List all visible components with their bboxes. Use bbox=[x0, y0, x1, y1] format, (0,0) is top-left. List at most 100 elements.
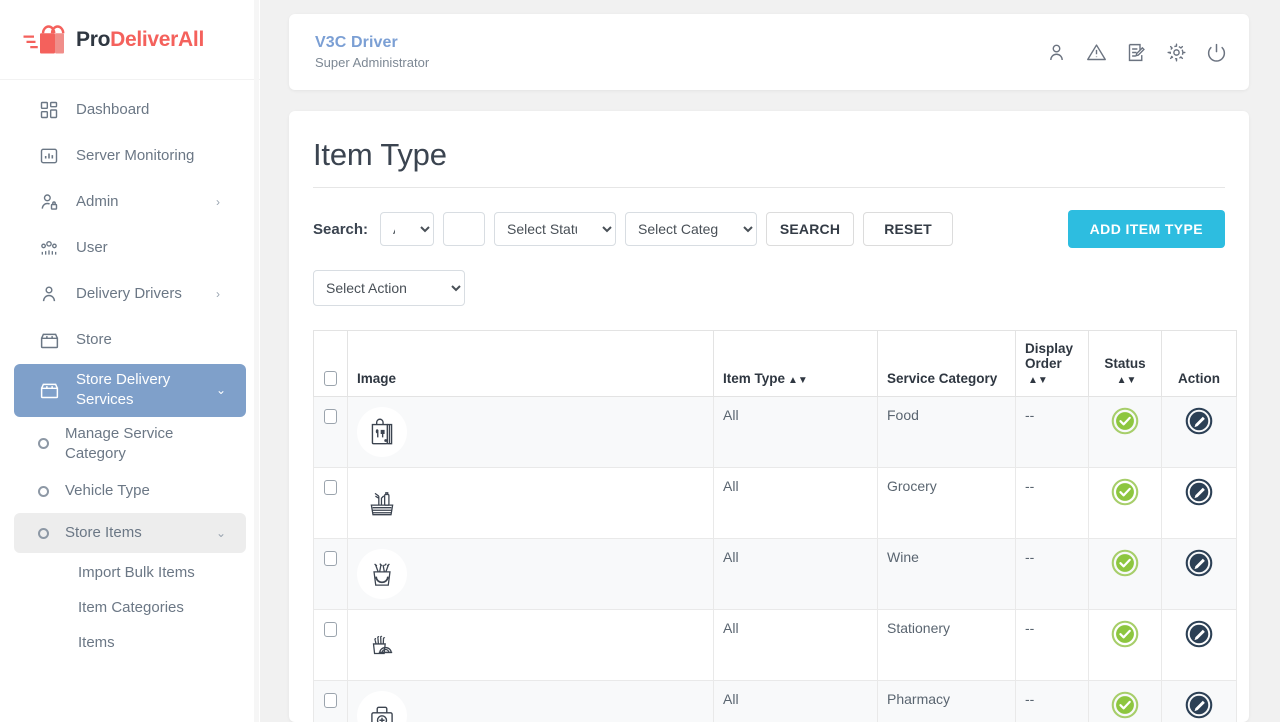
sidebar-item-dashboard[interactable]: Dashboard bbox=[14, 88, 246, 132]
user-info: V3C Driver Super Administrator bbox=[315, 34, 1045, 70]
row-checkbox[interactable] bbox=[324, 693, 337, 708]
column-header-action: Action bbox=[1161, 330, 1237, 397]
search-scope-select[interactable]: All bbox=[380, 212, 435, 246]
column-header-service-category: Service Category bbox=[877, 330, 1016, 397]
sidebar-item-user[interactable]: User bbox=[14, 226, 246, 270]
bulk-action-row: Select Action bbox=[313, 270, 1225, 306]
select-all-checkbox[interactable] bbox=[324, 371, 337, 386]
sidebar-item-store-delivery-services[interactable]: Store Delivery Services ⌄ bbox=[14, 364, 246, 417]
gear-icon[interactable] bbox=[1165, 41, 1187, 63]
row-select-cell bbox=[313, 680, 348, 722]
profile-icon[interactable] bbox=[1045, 41, 1067, 63]
row-status-cell bbox=[1088, 609, 1162, 681]
status-filter-select[interactable]: Select Status bbox=[494, 212, 617, 246]
row-select-cell bbox=[313, 396, 348, 468]
sort-toggle-icon[interactable]: ▲▼ bbox=[1117, 376, 1137, 386]
row-display-order: -- bbox=[1015, 396, 1089, 468]
row-action-cell bbox=[1161, 396, 1237, 468]
sidebar-item-label: Admin bbox=[76, 192, 119, 210]
row-checkbox[interactable] bbox=[324, 622, 337, 637]
search-label: Search: bbox=[313, 220, 369, 238]
store-icon bbox=[38, 329, 60, 351]
sort-toggle-icon[interactable]: ▲▼ bbox=[788, 376, 808, 386]
sidebar-subitem-manage-service-category[interactable]: Manage Service Category bbox=[14, 419, 246, 470]
sidebar-leaf-item-categories[interactable]: Item Categories bbox=[14, 590, 246, 625]
sidebar-item-delivery-drivers[interactable]: Delivery Drivers › bbox=[14, 272, 246, 316]
search-button[interactable]: SEARCH bbox=[766, 212, 855, 246]
row-display-order: -- bbox=[1015, 680, 1089, 722]
sidebar-subitem-vehicle-type[interactable]: Vehicle Type bbox=[14, 471, 246, 511]
select-all-header bbox=[313, 330, 348, 397]
status-active-check-icon[interactable] bbox=[1111, 549, 1139, 577]
user-name: V3C Driver bbox=[315, 34, 398, 51]
status-active-check-icon[interactable] bbox=[1111, 620, 1139, 648]
edit-pencil-icon[interactable] bbox=[1185, 478, 1213, 506]
driver-person-icon bbox=[38, 283, 60, 305]
sidebar-scrollbar[interactable] bbox=[254, 0, 259, 722]
row-image-cell bbox=[347, 538, 714, 610]
warning-triangle-icon[interactable] bbox=[1085, 41, 1107, 63]
row-service-category: Stationery bbox=[877, 609, 1016, 681]
brand-logo[interactable]: ProDeliverAll bbox=[0, 0, 260, 80]
row-item-type: All bbox=[713, 467, 878, 539]
sidebar-item-label: Delivery Drivers bbox=[76, 284, 182, 302]
column-header-display-order[interactable]: Display Order▲▼ bbox=[1015, 330, 1089, 397]
power-icon[interactable] bbox=[1205, 41, 1227, 63]
bulk-action-select[interactable]: Select Action bbox=[313, 270, 465, 306]
stationery-cup-icon bbox=[357, 620, 407, 670]
content-card: Item Type Search: All Select Status Sele… bbox=[289, 111, 1249, 722]
item-type-table-wrapper: Image Item Type ▲▼ Service Category Displ… bbox=[313, 330, 1237, 722]
store-icon bbox=[38, 379, 60, 401]
grocery-basket-icon bbox=[357, 478, 407, 528]
row-service-category: Grocery bbox=[877, 467, 1016, 539]
sort-toggle-icon[interactable]: ▲▼ bbox=[1028, 376, 1048, 386]
column-header-status[interactable]: Status▲▼ bbox=[1088, 330, 1162, 397]
sidebar-item-label: Dashboard bbox=[76, 100, 150, 118]
row-action-cell bbox=[1161, 680, 1237, 722]
row-checkbox[interactable] bbox=[324, 480, 337, 495]
sidebar-item-server-monitoring[interactable]: Server Monitoring bbox=[14, 134, 246, 178]
status-active-check-icon[interactable] bbox=[1111, 407, 1139, 435]
add-item-type-button[interactable]: ADD ITEM TYPE bbox=[1067, 210, 1225, 248]
top-header-bar: V3C Driver Super Administrator bbox=[289, 14, 1249, 90]
user-lock-icon bbox=[38, 191, 60, 213]
food-bag-icon bbox=[357, 407, 407, 457]
category-filter-select[interactable]: Select Category bbox=[625, 212, 758, 246]
sidebar-item-label: User bbox=[76, 238, 108, 256]
sidebar: ProDeliverAll Dashboard Server Monitorin… bbox=[0, 0, 260, 722]
brand-name: ProDeliverAll bbox=[76, 28, 204, 52]
row-checkbox[interactable] bbox=[324, 551, 337, 566]
search-input[interactable] bbox=[443, 212, 486, 246]
edit-pencil-icon[interactable] bbox=[1185, 407, 1213, 435]
status-active-check-icon[interactable] bbox=[1111, 478, 1139, 506]
edit-pencil-icon[interactable] bbox=[1185, 549, 1213, 577]
column-header-item-type[interactable]: Item Type ▲▼ bbox=[713, 330, 878, 397]
row-select-cell bbox=[313, 609, 348, 681]
status-active-check-icon[interactable] bbox=[1111, 691, 1139, 719]
main-area: V3C Driver Super Administrator Item Type… bbox=[260, 0, 1280, 722]
filter-bar: Search: All Select Status Select Categor… bbox=[313, 210, 1225, 248]
edit-pencil-icon[interactable] bbox=[1185, 620, 1213, 648]
row-display-order: -- bbox=[1015, 538, 1089, 610]
sidebar-subitem-store-items[interactable]: Store Items ⌄ bbox=[14, 513, 246, 553]
row-select-cell bbox=[313, 538, 348, 610]
sidebar-leaf-import-bulk-items[interactable]: Import Bulk Items bbox=[14, 555, 246, 590]
sidebar-item-admin[interactable]: Admin › bbox=[14, 180, 246, 224]
sidebar-nav: Dashboard Server Monitoring Admin › User… bbox=[0, 80, 260, 660]
table-body: All Food -- All Grocery -- All Wine -- A… bbox=[313, 396, 1237, 722]
sidebar-subitem-label: Manage Service Category bbox=[65, 424, 174, 462]
sidebar-item-store[interactable]: Store bbox=[14, 318, 246, 362]
table-row: All Wine -- bbox=[313, 538, 1237, 610]
row-image-cell bbox=[347, 680, 714, 722]
edit-document-icon[interactable] bbox=[1125, 41, 1147, 63]
row-checkbox[interactable] bbox=[324, 409, 337, 424]
chevron-down-icon: ⌄ bbox=[216, 383, 227, 398]
circle-bullet-icon bbox=[38, 485, 49, 497]
sidebar-leaf-items[interactable]: Items bbox=[14, 625, 246, 660]
chevron-down-icon: ⌄ bbox=[216, 526, 227, 540]
reset-button[interactable]: RESET bbox=[863, 212, 954, 246]
chevron-right-icon: › bbox=[216, 287, 220, 301]
row-status-cell bbox=[1088, 680, 1162, 722]
user-role: Super Administrator bbox=[315, 55, 430, 70]
edit-pencil-icon[interactable] bbox=[1185, 691, 1213, 719]
